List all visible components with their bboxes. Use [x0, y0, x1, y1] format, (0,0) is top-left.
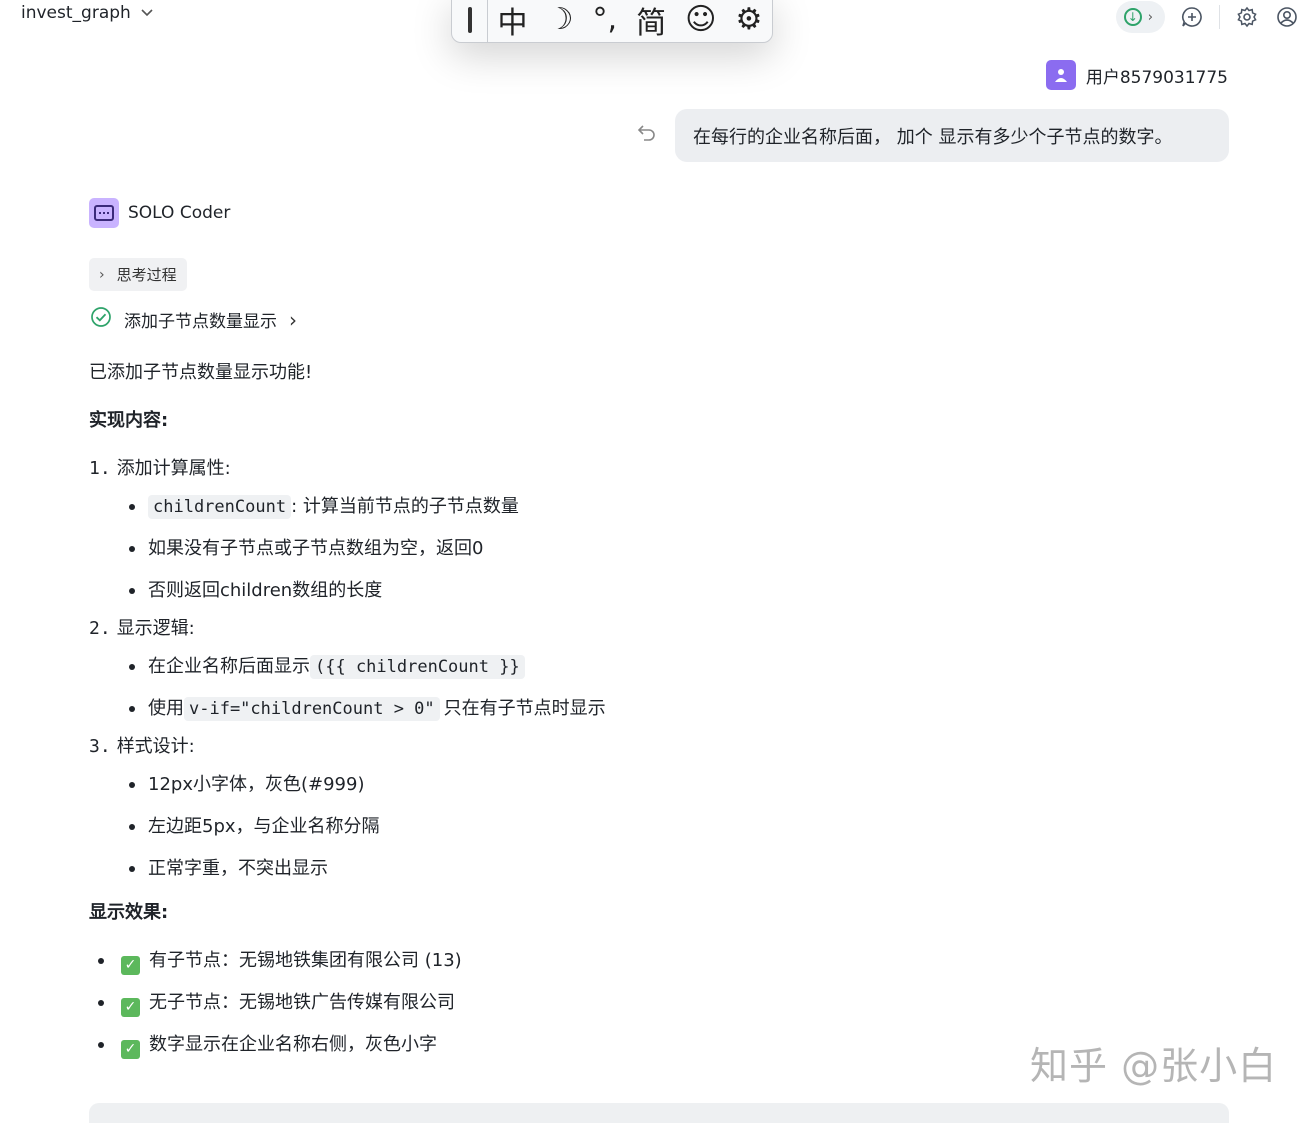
- ime-toolbar: 中 ☽ °, 简 ☺ ⚙: [451, 0, 773, 43]
- project-selector[interactable]: invest_graph: [21, 3, 153, 23]
- section-list: 12px小字体，灰色(#999) 左边距5px，与企业名称分隔 正常字重，不突出…: [89, 764, 1229, 890]
- list-item: ✓ 无子节点：无锡地铁广告传媒有限公司: [89, 982, 1229, 1024]
- ime-moon-icon[interactable]: ☽: [547, 2, 574, 37]
- effect-heading: 显示效果:: [89, 902, 169, 923]
- chevron-right-icon: ›: [289, 307, 297, 332]
- ime-settings-icon[interactable]: ⚙: [735, 2, 762, 37]
- agent-header: SOLO Coder: [89, 198, 230, 228]
- list-item: 否则返回children数组的长度: [89, 570, 1229, 612]
- checkbox-icon: ✓: [121, 956, 140, 975]
- list-item: 如果没有子节点或子节点数组为空，返回0: [89, 528, 1229, 570]
- avatar: [1045, 60, 1076, 90]
- list-item: ✓ 有子节点：无锡地铁集团有限公司 (13): [89, 940, 1229, 982]
- check-circle-icon: [90, 306, 112, 333]
- top-toolbar: ↓ ›: [1115, 0, 1300, 34]
- list-item: 左边距5px，与企业名称分隔: [89, 806, 1229, 848]
- project-name: invest_graph: [21, 3, 131, 23]
- watermark: 知乎 @张小白: [1030, 1044, 1278, 1088]
- gear-icon[interactable]: [1234, 4, 1260, 30]
- user-message-text: 在每行的企业名称后面， 加个 显示有多少个子节点的数字。: [693, 126, 1173, 148]
- code-block-top: [89, 1103, 1229, 1123]
- chevron-down-icon: [141, 6, 153, 20]
- agent-avatar-icon: [89, 198, 119, 228]
- checkbox-icon: ✓: [121, 1040, 140, 1059]
- list-item: 正常字重，不突出显示: [89, 848, 1229, 890]
- section-title: 1. 添加计算属性:: [89, 458, 231, 479]
- code-inline: ({{ childrenCount }}: [310, 655, 525, 679]
- account-icon[interactable]: [1274, 4, 1300, 30]
- checkbox-icon: ✓: [121, 998, 140, 1017]
- ime-punctuation-icon[interactable]: °,: [593, 2, 618, 37]
- thinking-label: 思考过程: [116, 266, 177, 284]
- reply-intro: 已添加子节点数量显示功能!: [89, 362, 313, 383]
- section-title: 2. 显示逻辑:: [89, 618, 195, 639]
- section-list: childrenCount: 计算当前节点的子节点数量 如果没有子节点或子节点数…: [89, 486, 1229, 612]
- thinking-toggle[interactable]: › 思考过程: [89, 258, 187, 291]
- list-item: 使用 v-if="childrenCount > 0" 只在有子节点时显示: [89, 688, 1229, 730]
- section-title: 3. 样式设计:: [89, 736, 195, 757]
- user-name: 用户8579031775: [1085, 67, 1228, 88]
- code-inline: childrenCount: [148, 495, 292, 519]
- list-item: childrenCount: 计算当前节点的子节点数量: [89, 486, 1229, 528]
- ime-emoji-icon[interactable]: ☺: [685, 2, 716, 37]
- task-item[interactable]: 添加子节点数量显示 ›: [90, 306, 297, 333]
- agent-name: SOLO Coder: [128, 203, 231, 223]
- download-icon: ↓: [1123, 8, 1142, 26]
- ime-simplified-mode[interactable]: 简: [636, 0, 666, 42]
- impl-heading: 实现内容:: [89, 410, 169, 431]
- new-chat-icon[interactable]: [1179, 4, 1205, 30]
- list-item: 在企业名称后面显示({{ childrenCount }}: [89, 646, 1229, 688]
- list-item: 12px小字体，灰色(#999): [89, 764, 1229, 806]
- toolbar-divider: [1219, 5, 1220, 29]
- code-inline: v-if="childrenCount > 0": [184, 697, 440, 721]
- undo-icon[interactable]: [636, 122, 658, 148]
- ime-chinese-mode[interactable]: 中: [498, 0, 528, 42]
- chevron-right-icon: ›: [1147, 9, 1153, 25]
- ime-drag-handle[interactable]: [452, 0, 488, 42]
- download-status-button[interactable]: ↓ ›: [1115, 1, 1165, 33]
- chevron-right-icon: ›: [99, 266, 105, 283]
- agent-reply: 已添加子节点数量显示功能! 实现内容: 1. 添加计算属性: childrenCo…: [89, 356, 1229, 1066]
- section-list: 在企业名称后面显示({{ childrenCount }} 使用 v-if="ch…: [89, 646, 1229, 730]
- user-message-bubble: 在每行的企业名称后面， 加个 显示有多少个子节点的数字。: [675, 109, 1229, 162]
- user-header: 用户8579031775: [1045, 60, 1228, 90]
- task-label: 添加子节点数量显示: [124, 312, 277, 332]
